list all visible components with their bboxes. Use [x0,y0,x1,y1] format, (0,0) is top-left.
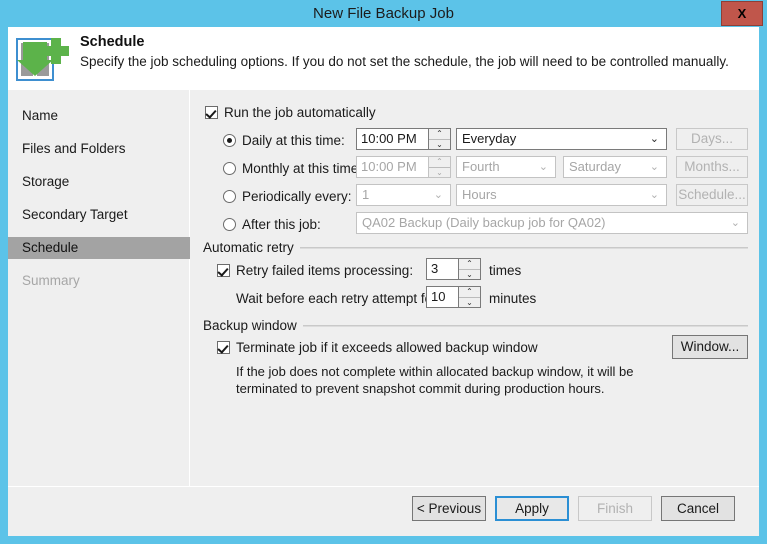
spinner-up-icon[interactable]: ⌃ [459,287,480,297]
retry-failed-checkbox[interactable] [217,264,230,277]
footer: < Previous Apply Finish Cancel [8,487,759,536]
monthly-week-value: Fourth [462,159,500,174]
chevron-down-icon: ⌄ [434,185,443,205]
sidebar-item-summary: Summary [8,270,190,292]
spinner-up-icon: ⌃ [429,157,450,167]
chevron-down-icon: ⌄ [731,213,740,233]
periodically-interval-combo: 1 ⌄ [356,184,451,206]
retry-times-input[interactable]: 3 [426,258,459,280]
backup-window-description-line2: terminated to prevent snapshot commit du… [236,380,605,397]
sidebar: Name Files and Folders Storage Secondary… [8,90,190,486]
dialog-body: Name Files and Folders Storage Secondary… [8,90,759,536]
chevron-down-icon: ⌄ [539,157,548,177]
sidebar-item-name[interactable]: Name [8,105,190,127]
page-description: Specify the job scheduling options. If y… [80,54,729,69]
sidebar-item-schedule[interactable]: Schedule [8,237,190,259]
after-job-label: After this job: [242,217,321,232]
spinner-up-icon[interactable]: ⌃ [459,259,480,269]
retry-times-spinner[interactable]: ⌃ ⌄ [459,258,481,280]
run-automatically-checkbox[interactable] [205,106,218,119]
schedule-button: Schedule... [676,184,748,206]
monthly-time-spinner: ⌃ ⌄ [429,156,451,178]
backup-job-add-icon [15,34,69,82]
months-button: Months... [676,156,748,178]
title-bar: New File Backup Job X [0,0,767,27]
header-band: Schedule Specify the job scheduling opti… [8,27,759,90]
backup-window-group-label: Backup window [203,318,303,333]
monthly-weekday-combo: Saturday ⌄ [563,156,667,178]
spinner-down-icon[interactable]: ⌄ [459,269,480,280]
monthly-weekday-value: Saturday [569,159,621,174]
sidebar-item-files-and-folders[interactable]: Files and Folders [8,138,190,160]
daily-label: Daily at this time: [242,133,345,148]
spinner-down-icon: ⌄ [429,167,450,178]
sidebar-item-secondary-target[interactable]: Secondary Target [8,204,190,226]
terminate-job-checkbox[interactable] [217,341,230,354]
apply-button[interactable]: Apply [495,496,569,521]
wait-minutes-unit: minutes [489,291,536,306]
dialog-window: New File Backup Job X Schedule Specify t… [0,0,767,544]
finish-button: Finish [578,496,652,521]
retry-failed-label: Retry failed items processing: [236,263,413,278]
chevron-down-icon: ⌄ [650,185,659,205]
page-title: Schedule [80,34,144,50]
schedule-panel: Run the job automatically Daily at this … [191,90,759,486]
periodically-radio[interactable] [223,190,236,203]
automatic-retry-group-label: Automatic retry [203,240,300,255]
wait-minutes-input[interactable]: 10 [426,286,459,308]
periodically-unit-combo: Hours ⌄ [456,184,667,206]
chevron-down-icon: ⌄ [650,129,659,149]
spinner-up-icon[interactable]: ⌃ [429,129,450,139]
after-job-combo: QA02 Backup (Daily backup job for QA02) … [356,212,748,234]
close-button[interactable]: X [721,1,763,26]
periodically-label: Periodically every: [242,189,352,204]
daily-radio[interactable] [223,134,236,147]
periodically-unit-value: Hours [462,187,497,202]
run-automatically-label: Run the job automatically [224,105,376,120]
after-job-radio[interactable] [223,218,236,231]
cancel-button[interactable]: Cancel [661,496,735,521]
backup-window-description-line1: If the job does not complete within allo… [236,363,633,380]
window-title: New File Backup Job [0,0,767,27]
monthly-time-input: 10:00 PM [356,156,429,178]
wait-minutes-spinner[interactable]: ⌃ ⌄ [459,286,481,308]
daily-time-input[interactable]: 10:00 PM [356,128,429,150]
wait-retry-label: Wait before each retry attempt for: [236,291,440,306]
monthly-radio[interactable] [223,162,236,175]
sidebar-item-storage[interactable]: Storage [8,171,190,193]
monthly-label: Monthly at this time: [242,161,362,176]
daily-day-value: Everyday [462,131,516,146]
spinner-down-icon[interactable]: ⌄ [429,139,450,150]
window-button[interactable]: Window... [672,335,748,359]
periodically-interval-value: 1 [362,187,369,202]
previous-button[interactable]: < Previous [412,496,486,521]
monthly-week-combo: Fourth ⌄ [456,156,556,178]
retry-times-unit: times [489,263,521,278]
after-job-value: QA02 Backup (Daily backup job for QA02) [362,215,606,230]
daily-day-combo[interactable]: Everyday ⌄ [456,128,667,150]
chevron-down-icon: ⌄ [650,157,659,177]
spinner-down-icon[interactable]: ⌄ [459,297,480,308]
daily-time-spinner[interactable]: ⌃ ⌄ [429,128,451,150]
days-button: Days... [676,128,748,150]
terminate-job-label: Terminate job if it exceeds allowed back… [236,340,538,355]
